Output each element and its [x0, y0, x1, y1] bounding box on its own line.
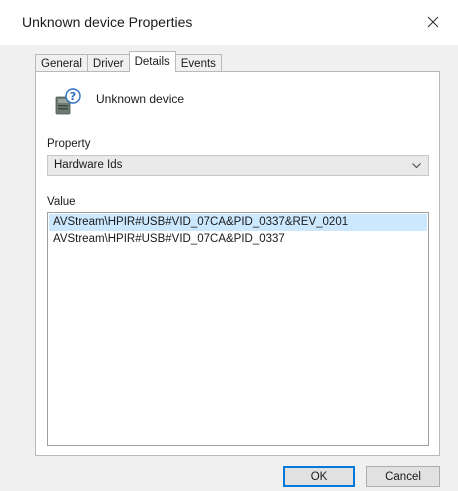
tab-general[interactable]: General: [35, 54, 88, 72]
close-button[interactable]: [418, 8, 448, 36]
property-label: Property: [47, 138, 91, 150]
properties-dialog: Unknown device Properties General Driver…: [0, 0, 458, 491]
unknown-device-icon: ?: [55, 88, 81, 115]
window-title: Unknown device Properties: [22, 14, 193, 30]
value-item-1[interactable]: AVStream\HPIR#USB#VID_07CA&PID_0337&REV_…: [49, 214, 427, 231]
tab-details[interactable]: Details: [128, 51, 176, 72]
value-item-2[interactable]: AVStream\HPIR#USB#VID_07CA&PID_0337: [49, 231, 427, 248]
ok-button[interactable]: OK: [283, 466, 355, 487]
property-selected-value: Hardware Ids: [54, 159, 123, 171]
property-dropdown[interactable]: Hardware Ids: [47, 155, 429, 176]
value-list[interactable]: AVStream\HPIR#USB#VID_07CA&PID_0337&REV_…: [47, 212, 429, 446]
chevron-down-icon: [412, 163, 421, 169]
close-icon: [427, 16, 439, 28]
title-bar[interactable]: Unknown device Properties: [0, 0, 458, 45]
value-label: Value: [47, 196, 76, 208]
tab-driver[interactable]: Driver: [86, 54, 130, 72]
tab-strip: General Driver Details Events: [35, 51, 222, 72]
cancel-button[interactable]: Cancel: [366, 466, 440, 487]
svg-text:?: ?: [70, 90, 76, 103]
details-panel: ? Unknown device Property Hardware Ids V…: [35, 71, 440, 456]
device-name: Unknown device: [96, 92, 185, 106]
tab-events[interactable]: Events: [174, 54, 222, 72]
